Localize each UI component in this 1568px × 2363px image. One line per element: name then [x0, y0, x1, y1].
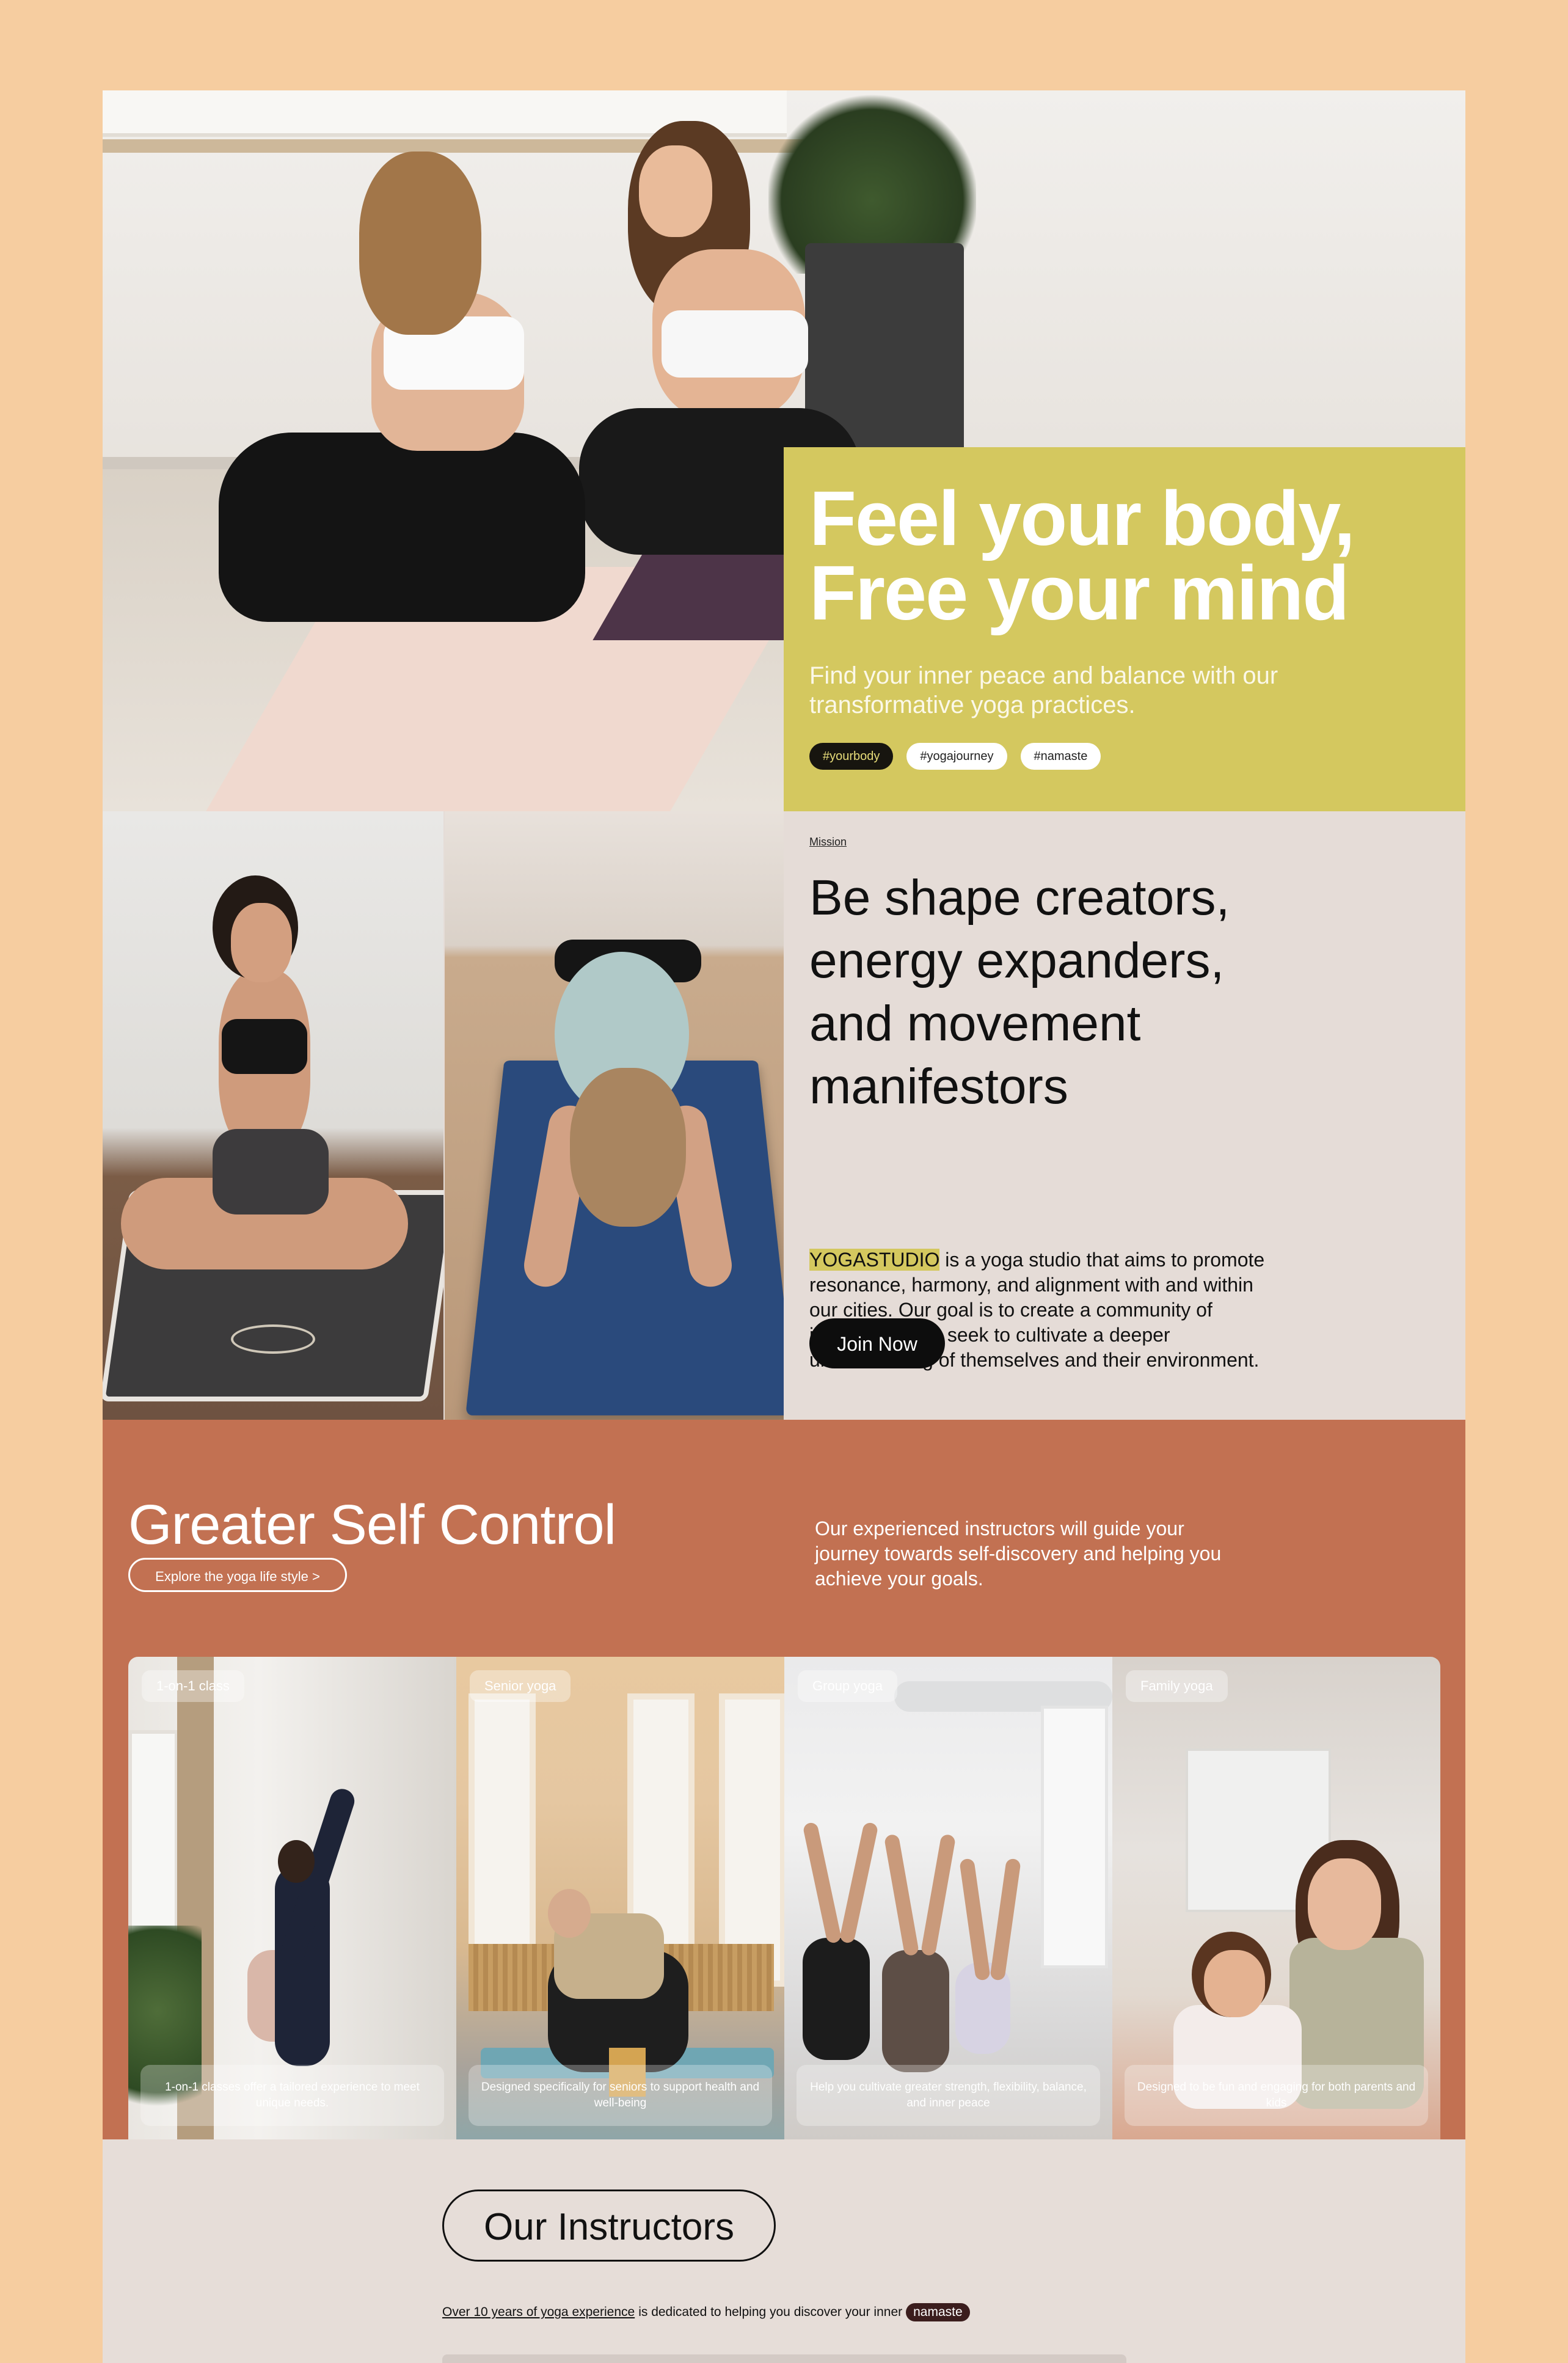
photo-arm — [883, 1833, 920, 1957]
mission-section: Mission Be shape creators, energy expand… — [103, 811, 1465, 1420]
hero-card: Feel your body, Free your mind Find your… — [784, 447, 1465, 811]
tag-yogajourney[interactable]: #yogajourney — [906, 743, 1007, 770]
photo-mother-face — [1308, 1858, 1381, 1950]
mission-title-line: manifestors — [809, 1059, 1068, 1114]
photo-window — [719, 1693, 784, 1987]
hero-photo-person-two-face — [639, 145, 712, 237]
photo-face — [231, 903, 292, 982]
hero-tags: #yourbody #yogajourney #namaste — [809, 743, 1101, 770]
class-card-description: Designed specifically for seniors to sup… — [469, 2065, 772, 2126]
photo-arm — [839, 1821, 879, 1945]
class-card-description: Help you cultivate greater strength, fle… — [797, 2065, 1100, 2126]
photo-top — [222, 1019, 307, 1074]
tag-yourbody[interactable]: #yourbody — [809, 743, 894, 770]
class-card-tag: Family yoga — [1126, 1670, 1228, 1702]
mission-photo-seated-twist — [103, 811, 443, 1420]
photo-arm — [802, 1821, 842, 1945]
mat-logo — [231, 1324, 315, 1354]
hero-photo-person-one-hair — [359, 152, 481, 335]
namaste-pill: namaste — [906, 2303, 970, 2321]
photo-window — [1041, 1706, 1108, 1968]
instructors-tagline-text: is dedicated to helping you discover you… — [638, 2305, 903, 2319]
class-card-description: 1-on-1 classes offer a tailored experien… — [140, 2065, 444, 2126]
photo-head — [278, 1840, 315, 1883]
instructors-tagline: Over 10 years of yoga experience is dedi… — [442, 2303, 970, 2321]
mission-photo-childs-pose — [445, 811, 784, 1420]
mission-title-line: and movement — [809, 996, 1141, 1051]
photo-arm — [920, 1833, 957, 1957]
class-card-tag: 1-on-1 class — [142, 1670, 244, 1702]
hero-subtitle: Find your inner peace and balance with o… — [809, 662, 1278, 718]
tag-namaste[interactable]: #namaste — [1020, 743, 1101, 770]
photo-arm — [959, 1858, 991, 1981]
mission-title-line: energy expanders, — [809, 933, 1225, 988]
photo-participant — [882, 1950, 949, 2072]
mission-label: Mission — [809, 836, 847, 848]
photo-window — [469, 1693, 536, 1987]
hero-photo-person-one-legs — [219, 433, 585, 622]
hero-section: Feel your body, Free your mind Find your… — [103, 90, 1465, 811]
brand-highlight: YOGASTUDIO — [809, 1249, 940, 1271]
explore-lifestyle-button[interactable]: Explore the yoga life style > — [128, 1558, 347, 1592]
class-card-group-yoga[interactable]: Group yoga Help you cultivate greater st… — [784, 1657, 1112, 2139]
self-control-description: Our experienced instructors will guide y… — [815, 1518, 1222, 1590]
photo-arm — [990, 1858, 1021, 1981]
class-card-description: Designed to be fun and engaging for both… — [1125, 2065, 1428, 2126]
class-card-senior-yoga[interactable]: Senior yoga Designed specifically for se… — [456, 1657, 784, 2139]
hero-title-line-1: Feel your body, — [809, 475, 1355, 561]
class-card-one-on-one[interactable]: 1-on-1 class 1-on-1 classes offer a tail… — [128, 1657, 456, 2139]
self-control-title: Greater Self Control — [128, 1494, 616, 1556]
class-card-tag: Group yoga — [798, 1670, 897, 1702]
class-card-tag: Senior yoga — [470, 1670, 571, 1702]
hero-title-line-2: Free your mind — [809, 550, 1349, 636]
photo-participant — [803, 1938, 870, 2060]
page-frame: Feel your body, Free your mind Find your… — [103, 90, 1465, 2363]
instructors-section: Our Instructors Over 10 years of yoga ex… — [103, 2139, 1465, 2363]
join-now-button[interactable]: Join Now — [809, 1318, 945, 1368]
photo-man-head — [548, 1889, 591, 1938]
instructors-cards-top — [442, 2354, 1126, 2363]
class-card-family-yoga[interactable]: Family yoga Designed to be fun and engag… — [1112, 1657, 1440, 2139]
photo-hair — [570, 1068, 686, 1227]
experience-link[interactable]: Over 10 years of yoga experience — [442, 2305, 635, 2320]
self-control-section: Greater Self Control Explore the yoga li… — [103, 1420, 1465, 2139]
mission-title: Be shape creators, energy expanders, and… — [809, 866, 1396, 1118]
mission-text-block: Mission Be shape creators, energy expand… — [809, 811, 1420, 1420]
mission-title-line: Be shape creators, — [809, 870, 1230, 926]
hero-title: Feel your body, Free your mind — [809, 475, 1457, 636]
photo-child-face — [1204, 1950, 1265, 2017]
hero-photo-person-two-top — [662, 310, 808, 378]
photo-shorts — [213, 1129, 329, 1214]
instructors-title: Our Instructors — [442, 2190, 776, 2262]
class-cards: 1-on-1 class 1-on-1 classes offer a tail… — [128, 1657, 1440, 2139]
